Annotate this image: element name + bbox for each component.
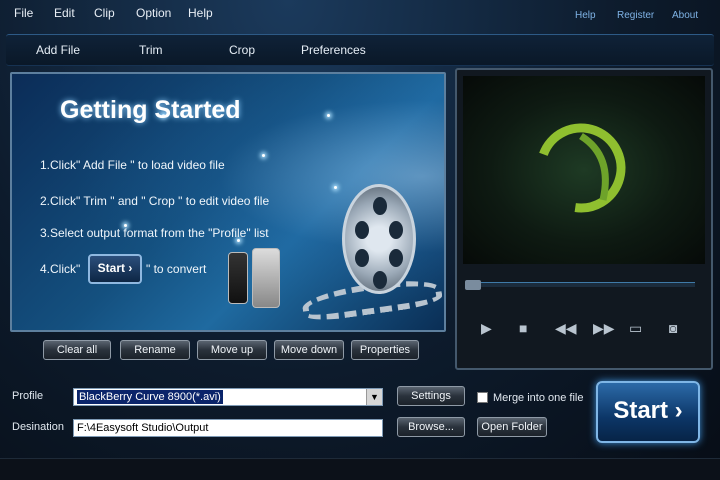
profile-value: BlackBerry Curve 8900(*.avi) [77, 390, 223, 404]
rename-button[interactable]: Rename [120, 340, 190, 360]
rewind-icon[interactable]: ◀◀ [555, 320, 577, 337]
menu-help[interactable]: Help [188, 6, 213, 20]
add-file-button[interactable]: Add File [36, 43, 80, 57]
start-button[interactable]: Start › [596, 381, 700, 443]
move-up-button[interactable]: Move up [197, 340, 267, 360]
profile-select[interactable]: BlackBerry Curve 8900(*.avi) ▼ [73, 388, 383, 406]
step-4-suffix: " to convert [146, 262, 207, 276]
clear-all-button[interactable]: Clear all [43, 340, 111, 360]
chevron-right-icon: › [668, 397, 683, 424]
chevron-right-icon: › [125, 261, 133, 275]
menu-clip[interactable]: Clip [94, 6, 115, 20]
destination-label: Desination [12, 421, 64, 433]
crop-button[interactable]: Crop [229, 43, 255, 57]
getting-started-title: Getting Started [60, 96, 241, 124]
menu-file[interactable]: File [14, 6, 33, 20]
about-link[interactable]: About [672, 10, 698, 21]
move-down-button[interactable]: Move down [274, 340, 344, 360]
menu-bar: File Edit Clip Option Help Help Register… [0, 0, 720, 28]
merge-label: Merge into one file [493, 392, 584, 404]
forward-icon[interactable]: ▶▶ [593, 320, 615, 337]
seek-bar[interactable] [465, 280, 695, 290]
browse-button[interactable]: Browse... [397, 417, 465, 437]
help-link[interactable]: Help [575, 10, 596, 21]
register-link[interactable]: Register [617, 10, 654, 21]
toolbar: Add File Trim Crop Preferences [6, 34, 714, 66]
preferences-button[interactable]: Preferences [301, 43, 366, 57]
play-icon[interactable]: ▶ [481, 320, 492, 337]
properties-button[interactable]: Properties [351, 340, 419, 360]
sparkle-icon [327, 114, 330, 117]
snapshot-icon[interactable]: ◙ [669, 320, 677, 336]
sparkle-icon [262, 154, 265, 157]
destination-input[interactable]: F:\4Easysoft Studio\Output [73, 419, 383, 437]
start-button-label: Start [613, 397, 668, 424]
sparkle-icon [334, 186, 337, 189]
step-2-text: 2.Click" Trim " and " Crop " to edit vid… [40, 194, 270, 208]
film-reel-icon [342, 184, 416, 294]
start-illustration-button: Start › [88, 254, 142, 284]
step-1-text: 1.Click" Add File " to load video file [40, 158, 225, 172]
open-folder-icon[interactable]: ▭ [629, 320, 642, 337]
logo-icon [536, 123, 626, 213]
seek-thumb[interactable] [465, 280, 481, 290]
start-illustration-label: Start [97, 261, 125, 275]
profile-label: Profile [12, 390, 44, 402]
stop-icon[interactable]: ■ [519, 320, 527, 336]
settings-button[interactable]: Settings [397, 386, 465, 406]
phone-image [252, 248, 280, 308]
preview-panel: ▶ ■ ◀◀ ▶▶ ▭ ◙ [455, 68, 713, 370]
menu-edit[interactable]: Edit [54, 6, 75, 20]
chevron-down-icon[interactable]: ▼ [366, 389, 382, 405]
getting-started-panel: Getting Started 1.Click" Add File " to l… [10, 72, 446, 332]
open-folder-button[interactable]: Open Folder [477, 417, 547, 437]
status-bar [0, 458, 720, 480]
menu-option[interactable]: Option [136, 6, 171, 20]
merge-checkbox[interactable] [477, 392, 488, 403]
step-3-text: 3.Select output format from the "Profile… [40, 226, 269, 240]
phone-image [228, 252, 248, 304]
preview-screen [463, 76, 705, 264]
trim-button[interactable]: Trim [139, 43, 163, 57]
step-4-prefix: 4.Click" [40, 262, 81, 276]
